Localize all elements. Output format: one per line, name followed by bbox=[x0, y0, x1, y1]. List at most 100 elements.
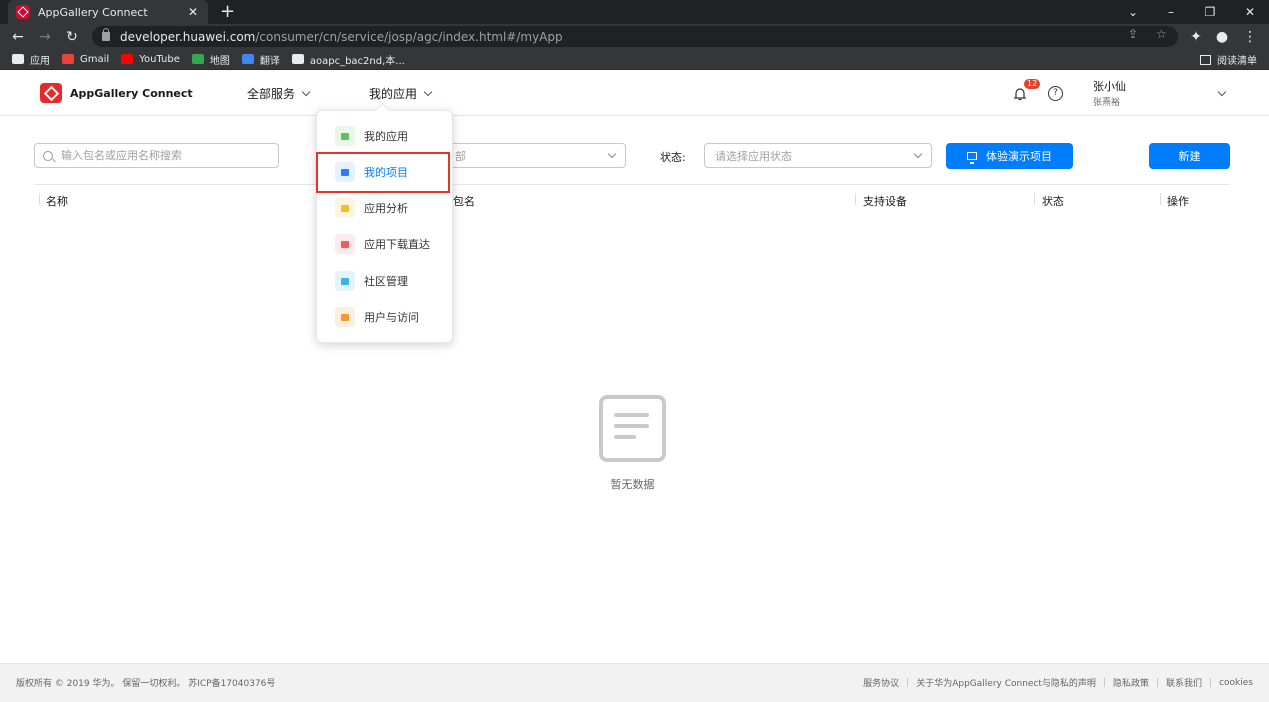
bookmark-item[interactable]: Gmail bbox=[62, 54, 109, 65]
chevron-down-icon bbox=[913, 149, 923, 159]
user-name[interactable]: 张小仙 bbox=[1093, 78, 1126, 94]
bookmark-label: aoapc_bac2nd,本... bbox=[309, 55, 405, 67]
browser-toolbar: ← → ↻ developer.huawei.com/consumer/cn/s… bbox=[0, 24, 1269, 49]
tab-search-icon[interactable]: ⌄ bbox=[1114, 0, 1152, 24]
status-select[interactable]: 请选择应用状态 bbox=[704, 143, 932, 168]
bookmark-item[interactable]: 地图 bbox=[191, 52, 230, 67]
extensions-icon[interactable]: ✦ bbox=[1185, 26, 1207, 48]
share-icon[interactable]: ⇪ bbox=[1128, 27, 1138, 41]
app-header: AppGallery Connect 全部服务 我的应用 12 ? 张小仙 张熹… bbox=[0, 70, 1269, 116]
browser-tab[interactable]: AppGallery Connect ✕ bbox=[8, 0, 208, 24]
appgallery-favicon-icon bbox=[16, 5, 30, 19]
dropdown-item-label: 社区管理 bbox=[364, 275, 408, 288]
new-tab-button[interactable]: + bbox=[220, 1, 235, 23]
demo-project-button[interactable]: 体验演示项目 bbox=[946, 143, 1073, 169]
footer-separator: | bbox=[1209, 677, 1213, 688]
bookmark-item[interactable]: aoapc_bac2nd,本... bbox=[291, 52, 405, 67]
bookmark-item[interactable]: 应用 bbox=[12, 52, 50, 67]
dropdown-item[interactable]: 应用下载直达 bbox=[317, 227, 452, 261]
minimize-button[interactable]: – bbox=[1152, 0, 1190, 24]
bookmark-label: Gmail bbox=[80, 53, 110, 65]
user-icon bbox=[335, 307, 355, 327]
grid-icon bbox=[335, 126, 355, 146]
forward-icon[interactable]: → bbox=[34, 26, 56, 48]
dropdown-item-label: 应用分析 bbox=[364, 202, 408, 215]
reading-list-button[interactable]: 阅读清单 bbox=[1200, 52, 1257, 67]
close-window-button[interactable]: ✕ bbox=[1231, 0, 1269, 24]
dropdown-item[interactable]: 我的应用 bbox=[317, 119, 452, 153]
chevron-down-icon bbox=[301, 87, 311, 96]
footer-separator: | bbox=[906, 677, 910, 688]
table-divider bbox=[34, 184, 1230, 185]
dropdown-item-label: 应用下载直达 bbox=[364, 238, 430, 251]
column-divider bbox=[855, 193, 856, 205]
chevron-down-icon bbox=[423, 87, 433, 96]
status-filter-label: 状态: bbox=[660, 151, 686, 164]
copyright-text: 版权所有 © 2019 华为。 保留一切权利。 苏ICP备17040376号 bbox=[16, 679, 276, 689]
column-divider bbox=[39, 193, 40, 205]
search-input[interactable] bbox=[61, 149, 261, 162]
dropdown-item[interactable]: 用户与访问 bbox=[317, 300, 452, 334]
footer-link[interactable]: 关于华为AppGallery Connect与隐私的声明 bbox=[916, 676, 1096, 689]
column-divider bbox=[1034, 193, 1035, 205]
nav-my-apps[interactable]: 我的应用 bbox=[369, 85, 433, 102]
footer-separator: | bbox=[1102, 677, 1106, 688]
bookmark-label: 地图 bbox=[209, 55, 230, 67]
demo-project-label: 体验演示项目 bbox=[986, 150, 1052, 163]
nav-my-apps-label: 我的应用 bbox=[369, 87, 418, 101]
footer-link[interactable]: cookies bbox=[1219, 678, 1253, 688]
download-icon bbox=[335, 234, 355, 254]
bookmark-star-icon[interactable]: ☆ bbox=[1156, 27, 1167, 41]
dropdown-item-label: 我的应用 bbox=[364, 130, 408, 143]
nav-all-services[interactable]: 全部服务 bbox=[247, 85, 311, 102]
project-select[interactable]: 部 bbox=[440, 143, 626, 168]
bookmark-favicon-icon bbox=[62, 54, 74, 64]
bookmark-label: 翻译 bbox=[259, 55, 280, 67]
tab-title: AppGallery Connect bbox=[38, 5, 148, 19]
bookmark-favicon-icon bbox=[191, 54, 204, 64]
close-tab-icon[interactable]: ✕ bbox=[186, 5, 200, 19]
column-divider bbox=[1160, 193, 1161, 205]
column-header-devices: 支持设备 bbox=[863, 195, 907, 208]
url-text: developer.huawei.com/consumer/cn/service… bbox=[120, 29, 563, 44]
footer-link[interactable]: 联系我们 bbox=[1166, 676, 1202, 689]
chevron-down-icon bbox=[607, 149, 617, 159]
dropdown-item[interactable]: 社区管理 bbox=[317, 264, 452, 298]
nav-all-services-label: 全部服务 bbox=[247, 87, 296, 101]
bookmark-label: YouTube bbox=[139, 53, 180, 65]
user-menu-chevron-icon[interactable] bbox=[1217, 87, 1227, 97]
help-icon[interactable]: ? bbox=[1048, 86, 1063, 101]
bookmark-item[interactable]: 翻译 bbox=[241, 52, 280, 67]
presentation-icon bbox=[967, 152, 977, 164]
column-header-status: 状态 bbox=[1042, 195, 1064, 208]
browser-tab-bar: AppGallery Connect ✕ + ⌄ – ❐ ✕ bbox=[0, 0, 1269, 24]
search-box[interactable] bbox=[34, 143, 279, 168]
back-icon[interactable]: ← bbox=[7, 26, 29, 48]
footer-link[interactable]: 隐私政策 bbox=[1113, 676, 1149, 689]
bookmark-item[interactable]: YouTube bbox=[121, 54, 180, 65]
highlight-annotation bbox=[316, 152, 450, 193]
profile-icon[interactable]: ● bbox=[1211, 26, 1233, 48]
my-apps-dropdown: 我的应用 我的项目 应用分析 应用下载直达 社区管理 用户与访问 bbox=[316, 110, 453, 343]
footer-link[interactable]: 服务协议 bbox=[863, 676, 899, 689]
reading-list-label: 阅读清单 bbox=[1217, 56, 1257, 67]
chart-icon bbox=[335, 198, 355, 218]
bookmark-favicon-icon bbox=[291, 54, 304, 64]
new-button[interactable]: 新建 bbox=[1149, 143, 1230, 169]
empty-document-icon bbox=[599, 395, 666, 462]
search-icon bbox=[43, 150, 53, 161]
project-select-value: 部 bbox=[455, 149, 466, 163]
menu-icon[interactable]: ⋮ bbox=[1239, 26, 1261, 48]
appgallery-logo[interactable]: AppGallery Connect bbox=[40, 83, 193, 103]
reload-icon[interactable]: ↻ bbox=[61, 26, 83, 48]
column-header-package: 包名 bbox=[453, 195, 475, 208]
lock-icon bbox=[102, 28, 110, 41]
address-bar[interactable]: developer.huawei.com/consumer/cn/service… bbox=[92, 26, 1178, 47]
bookmarks-bar: 应用 Gmail YouTube 地图 翻译 aoapc_bac2nd,本... bbox=[0, 49, 1269, 70]
dropdown-item[interactable]: 应用分析 bbox=[317, 191, 452, 225]
huawei-logo-icon bbox=[40, 83, 62, 103]
community-icon bbox=[335, 271, 355, 291]
restore-button[interactable]: ❐ bbox=[1191, 0, 1229, 24]
bookmark-favicon-icon bbox=[12, 54, 24, 64]
bell-icon[interactable] bbox=[1013, 87, 1027, 101]
